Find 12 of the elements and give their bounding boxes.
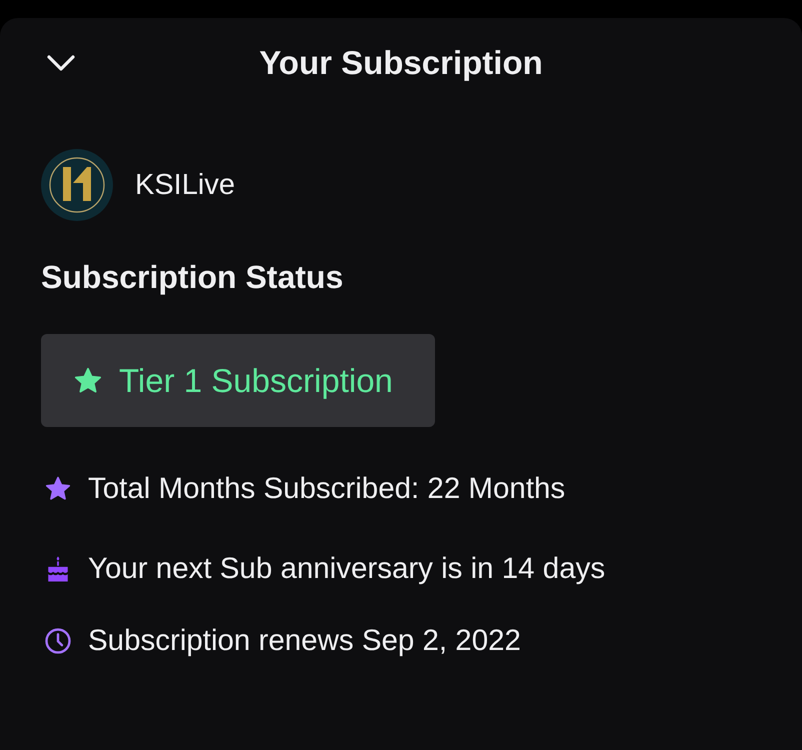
sheet-title: Your Subscription bbox=[259, 43, 543, 83]
clock-icon bbox=[45, 628, 71, 654]
section-heading: Subscription Status bbox=[41, 258, 344, 296]
channel-name: KSILive bbox=[135, 168, 235, 202]
detail-text: Subscription renews Sep 2, 2022 bbox=[88, 624, 521, 658]
star-icon bbox=[45, 476, 71, 502]
detail-text: Your next Sub anniversary is in 14 days bbox=[88, 552, 606, 586]
detail-text: Total Months Subscribed: 22 Months bbox=[88, 472, 566, 506]
star-icon bbox=[74, 366, 102, 394]
channel-avatar bbox=[41, 149, 113, 221]
chevron-down-icon bbox=[47, 55, 75, 71]
tier-label: Tier 1 Subscription bbox=[119, 362, 393, 400]
